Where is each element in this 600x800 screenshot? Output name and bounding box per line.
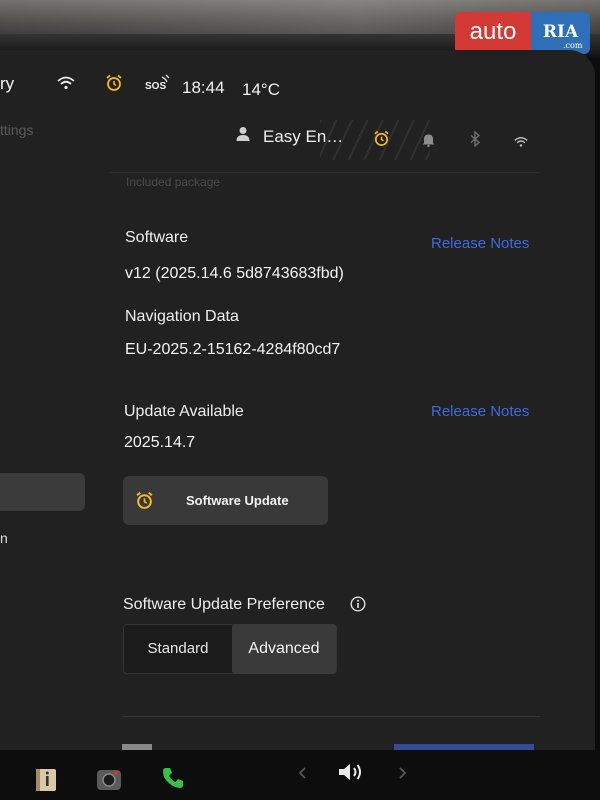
header-divider <box>110 172 540 173</box>
outside-temperature: 14°C <box>242 80 280 99</box>
bell-icon[interactable] <box>422 132 435 147</box>
bluetooth-icon[interactable] <box>470 131 481 147</box>
camera-icon[interactable] <box>95 766 123 792</box>
update-preference-label: Software Update Preference <box>123 596 325 613</box>
status-left-fragment: ry <box>0 74 15 93</box>
volume-icon[interactable] <box>336 760 366 784</box>
left-pane-selected-item[interactable] <box>0 473 85 511</box>
update-available-label: Update Available <box>124 403 244 420</box>
header-wifi-icon[interactable] <box>514 136 528 148</box>
software-label: Software <box>125 229 189 246</box>
update-release-notes-link[interactable]: Release Notes <box>431 403 529 420</box>
preference-option-standard[interactable]: Standard <box>124 625 232 673</box>
watermark-ria: RIA .com <box>531 12 590 54</box>
person-icon[interactable] <box>236 126 250 142</box>
clock-time: 18:44 <box>182 78 225 97</box>
included-package-text: Included package <box>126 175 221 189</box>
section-divider <box>122 716 540 717</box>
header-left-fragment[interactable]: ttings <box>0 122 33 138</box>
software-release-notes-link[interactable]: Release Notes <box>431 235 529 252</box>
update-preference-selector: Standard Advanced <box>123 624 337 674</box>
sos-label: SOS <box>145 81 167 92</box>
software-update-button-label: Software Update <box>186 493 289 508</box>
wifi-icon <box>57 76 75 90</box>
update-version: 2025.14.7 <box>124 434 196 451</box>
header-alarm-icon[interactable] <box>373 130 390 147</box>
phone-icon[interactable] <box>160 765 186 791</box>
preference-option-advanced[interactable]: Advanced <box>232 624 336 674</box>
profile-name[interactable]: Easy En… <box>263 127 343 147</box>
chevron-left-icon[interactable] <box>298 766 308 780</box>
manual-icon[interactable] <box>33 767 59 793</box>
navigation-data-version: EU-2025.2-15162-4284f80cd7 <box>125 341 341 358</box>
navigation-data-label: Navigation Data <box>125 308 239 325</box>
software-update-button[interactable]: Software Update <box>123 476 328 525</box>
info-icon[interactable] <box>350 596 366 612</box>
update-alarm-icon <box>136 491 153 509</box>
watermark-auto: auto <box>455 12 531 54</box>
left-pane-fragment[interactable]: n <box>0 530 8 546</box>
chevron-right-icon[interactable] <box>397 766 407 780</box>
software-version: v12 (2025.14.6 5d8743683fbd) <box>125 265 344 282</box>
bottom-dock <box>0 750 600 800</box>
watermark-logo: auto RIA .com <box>455 12 590 54</box>
alarm-clock-icon[interactable] <box>105 74 123 92</box>
sos-icon[interactable]: SOS <box>142 72 172 98</box>
